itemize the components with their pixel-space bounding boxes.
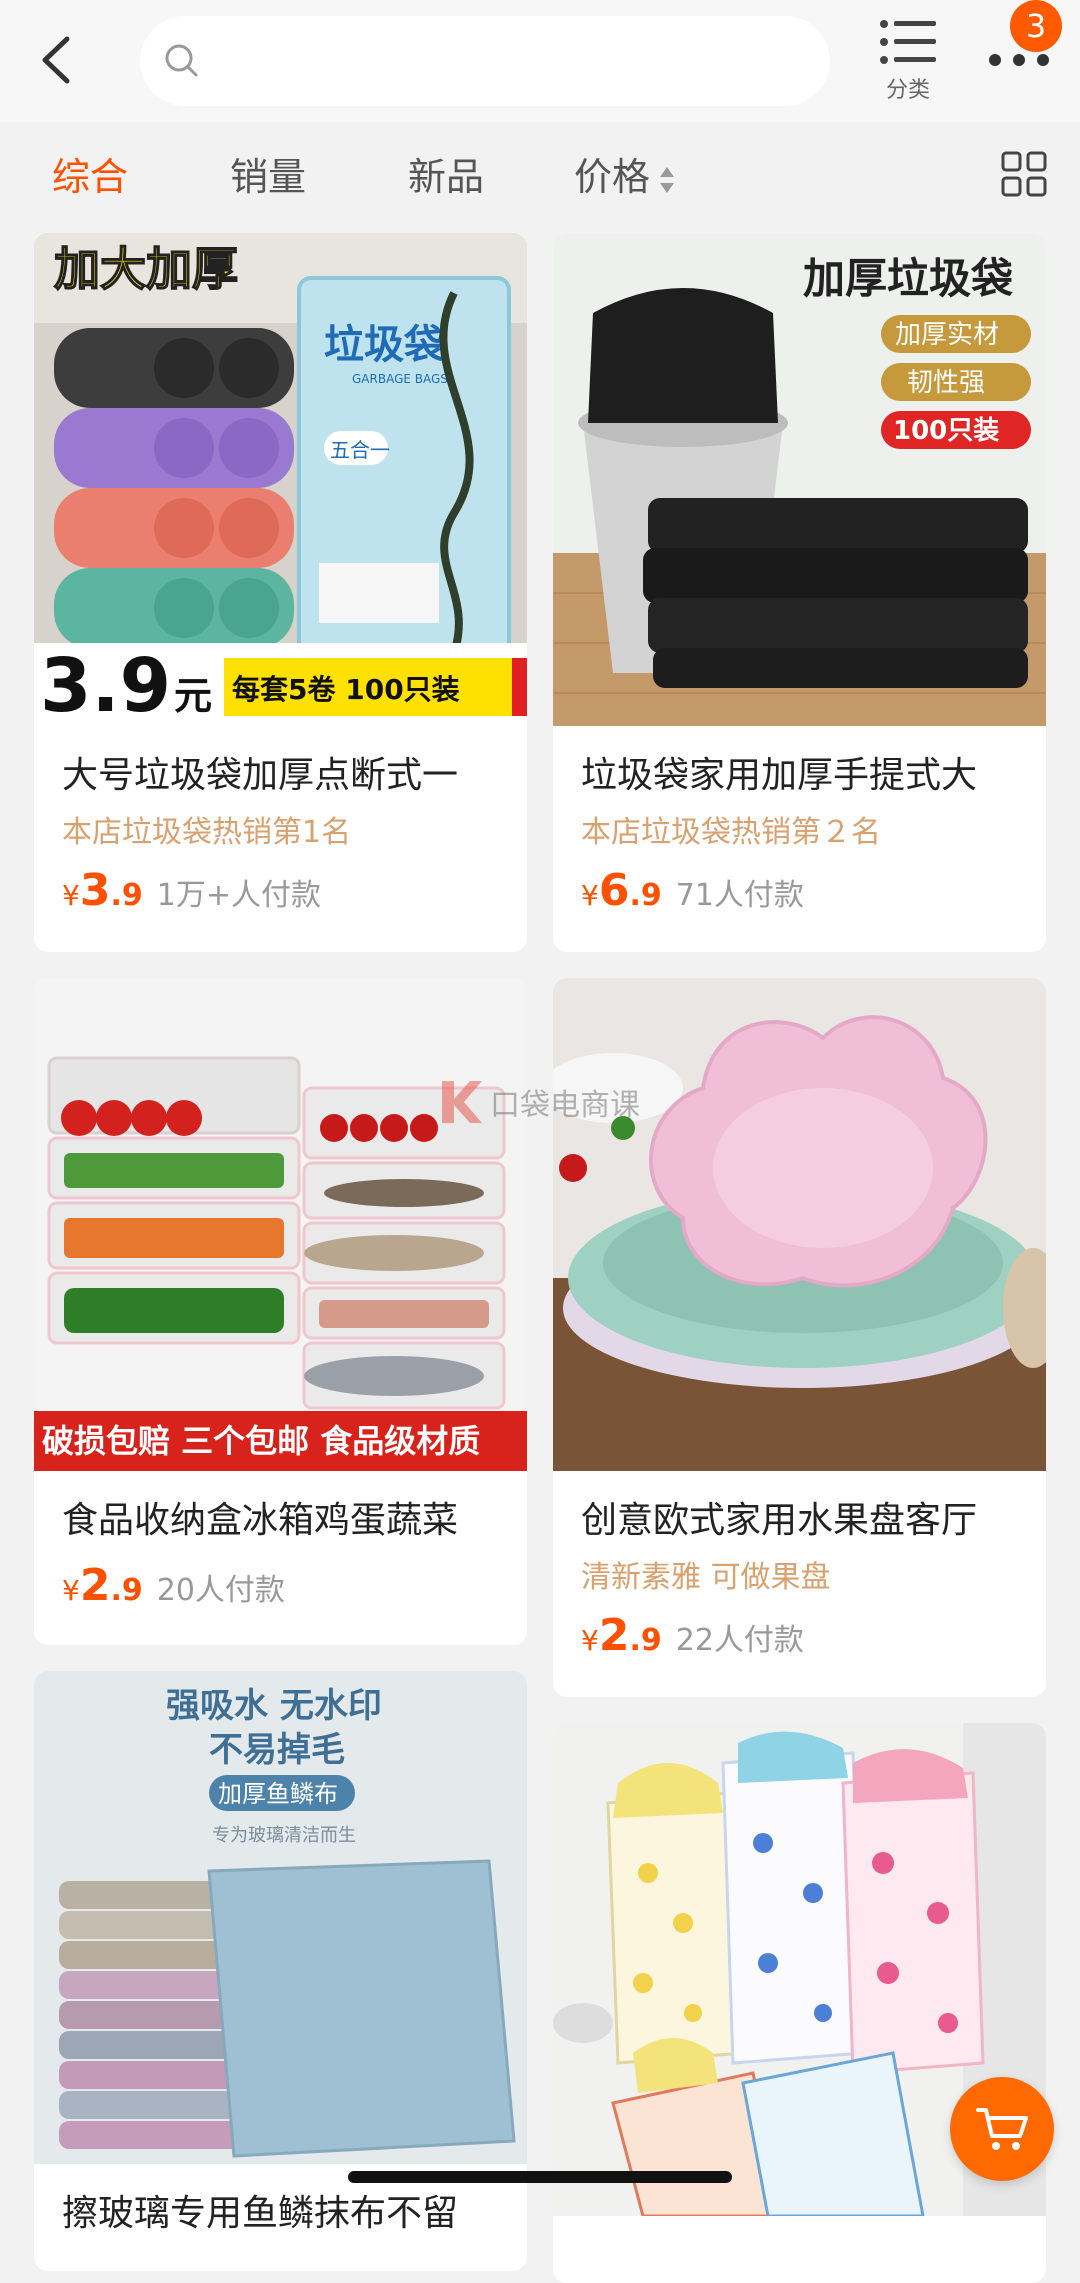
image-badge-2: 韧性强	[907, 368, 985, 398]
home-indicator	[348, 2171, 732, 2183]
image-line-2: 不易掉毛	[209, 1730, 345, 1770]
product-tag: 本店垃圾袋热销第２名	[581, 815, 881, 850]
image-headline: 加厚垃圾袋	[803, 254, 1013, 303]
search-icon	[165, 44, 198, 77]
product-tag: 清新素雅 可做果盘	[581, 1560, 831, 1595]
grid-view-icon[interactable]	[1000, 150, 1048, 198]
image-sub: 专为玻璃清洁而生	[212, 1825, 356, 1846]
sold-count: 20人付款	[156, 1573, 285, 1608]
price-decimal: .9	[110, 878, 143, 913]
price-decimal: .9	[629, 878, 662, 913]
price-row: ¥2.9 22人付款	[581, 1608, 804, 1664]
image-banner: 破损包赔 三个包邮 食品级材质	[42, 1422, 480, 1460]
product-title: 创意欧式家用水果盘客厅	[581, 1500, 978, 1541]
package-subtitle: GARBAGE BAGS	[352, 372, 448, 386]
product-title: 食品收纳盒冰箱鸡蛋蔬菜	[62, 1500, 459, 1541]
price-row: ¥2.9 20人付款	[62, 1558, 285, 1614]
sort-tab-price-label: 价格	[574, 155, 651, 199]
product-title: 擦玻璃专用鱼鳞抹布不留	[62, 2193, 459, 2234]
product-card[interactable]	[553, 1723, 1046, 2283]
sort-bar: 综合 销量 新品 价格	[0, 122, 1080, 232]
more-dots-icon	[989, 54, 1049, 66]
product-tag: 本店垃圾袋热销第1名	[62, 815, 352, 850]
product-card[interactable]: 垃圾袋 GARBAGE BAGS 五合一 加大加厚 3.9 元 每套5卷 100…	[34, 233, 527, 952]
image-headline: 加大加厚	[54, 242, 238, 296]
image-line-1: 强吸水 无水印	[166, 1686, 382, 1726]
price-integer: 6	[598, 865, 630, 916]
product-image: 垃圾袋 GARBAGE BAGS 五合一 加大加厚 3.9 元 每套5卷 100…	[34, 233, 527, 726]
currency-symbol: ¥	[581, 879, 599, 912]
sort-tab-price[interactable]: 价格	[574, 152, 676, 202]
package-title: 垃圾袋	[324, 322, 444, 368]
chevron-left-icon	[42, 36, 70, 84]
sold-count: 1万+人付款	[156, 878, 321, 913]
price-decimal: .9	[629, 1623, 662, 1658]
currency-symbol: ¥	[581, 1624, 599, 1657]
image-pill: 加厚鱼鳞布	[218, 1780, 338, 1808]
category-button[interactable]: 分类	[872, 18, 944, 104]
price-row: ¥6.9 71人付款	[581, 863, 804, 919]
sort-tab-new[interactable]: 新品	[408, 152, 484, 202]
notification-badge: 3	[1010, 0, 1062, 52]
price-integer: 2	[79, 1560, 111, 1611]
price-integer: 3	[79, 865, 111, 916]
product-image: 强吸水 无水印 不易掉毛 加厚鱼鳞布 专为玻璃清洁而生	[34, 1671, 527, 2164]
currency-symbol: ¥	[62, 879, 80, 912]
price-integer: 2	[598, 1610, 630, 1661]
price-row: ¥3.9 1万+人付款	[62, 863, 321, 919]
sort-arrows-icon	[660, 166, 675, 193]
back-button[interactable]	[30, 28, 82, 92]
search-bar[interactable]	[140, 16, 830, 106]
product-image	[553, 978, 1046, 1471]
image-big-price-unit: 元	[174, 674, 212, 718]
category-label: 分类	[885, 78, 930, 103]
watermark-logo-icon	[442, 1081, 482, 1123]
sold-count: 22人付款	[675, 1623, 804, 1658]
image-big-price: 3.9	[40, 643, 171, 726]
package-five-in-one: 五合一	[330, 438, 390, 462]
currency-symbol: ¥	[62, 1574, 80, 1607]
sold-count: 71人付款	[675, 878, 804, 913]
image-badge-1: 加厚实材	[895, 320, 999, 350]
cart-button[interactable]	[950, 2077, 1054, 2181]
product-title: 垃圾袋家用加厚手提式大	[581, 755, 978, 796]
image-banner: 每套5卷 100只装	[232, 673, 460, 706]
list-icon	[880, 20, 936, 64]
cart-icon	[976, 2108, 1028, 2150]
product-card[interactable]: 加厚垃圾袋 加厚实材 韧性强 100只装 垃圾袋家用加厚手提式大 本店垃圾袋热销…	[553, 233, 1046, 952]
watermark-text: 口袋电商课	[490, 1088, 640, 1123]
image-badge-3: 100只装	[893, 416, 999, 446]
product-image: 破损包赔 三个包邮 食品级材质	[34, 978, 527, 1471]
sort-tab-sales[interactable]: 销量	[230, 152, 306, 202]
price-decimal: .9	[110, 1573, 143, 1608]
sort-tab-comprehensive[interactable]: 综合	[52, 152, 128, 202]
product-title: 大号垃圾袋加厚点断式一	[62, 755, 459, 796]
top-bar: 分类 3	[0, 0, 1080, 122]
search-input[interactable]	[214, 30, 798, 92]
product-image: 加厚垃圾袋 加厚实材 韧性强 100只装	[553, 233, 1046, 726]
watermark: 口袋电商课	[438, 1072, 658, 1132]
